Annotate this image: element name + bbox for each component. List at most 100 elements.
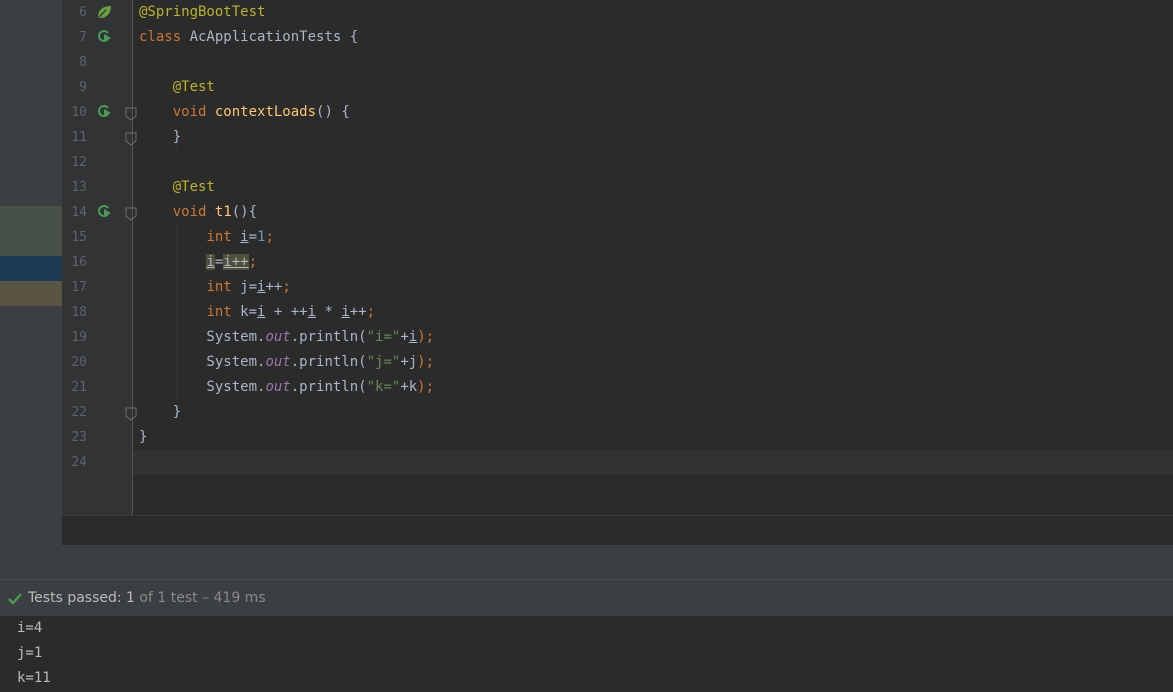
code-token: i — [408, 329, 418, 345]
code-line: } — [139, 400, 181, 425]
code-token: .println( — [290, 329, 367, 345]
line-number: 13 — [71, 180, 87, 195]
code-line: void contextLoads() { — [139, 100, 350, 125]
line-number: 19 — [71, 330, 87, 345]
console-line: k=11 — [17, 670, 51, 686]
code-token: @SpringBootTest — [139, 4, 266, 20]
line-number: 12 — [71, 155, 87, 170]
line-number: 15 — [71, 230, 87, 245]
code-line: class AcApplicationTests { — [139, 25, 358, 50]
code-token: ; — [265, 229, 274, 245]
code-token: contextLoads — [214, 104, 317, 120]
run-test-icon[interactable] — [95, 203, 113, 221]
code-token: j= — [240, 279, 258, 295]
code-token: .println( — [290, 354, 367, 370]
current-line-highlight — [133, 450, 1173, 475]
code-token: + — [400, 329, 409, 345]
code-line: } — [139, 125, 181, 150]
code-token: k= — [240, 304, 258, 320]
line-number: 7 — [79, 30, 87, 45]
code-line: int i=1; — [139, 225, 274, 250]
spring-bean-icon — [95, 3, 113, 21]
fold-marker-icon[interactable] — [125, 131, 137, 146]
line-number: 14 — [71, 205, 87, 220]
code-token: int — [206, 229, 241, 245]
code-token: out — [265, 354, 291, 370]
code-line: System.out.println("j="+j); — [139, 350, 434, 375]
tests-passed-count: 1 — [126, 590, 135, 606]
left-tool-strip — [0, 0, 62, 545]
code-line: int k=i + ++i * i++; — [139, 300, 375, 325]
line-number: 24 — [71, 455, 87, 470]
run-test-icon[interactable] — [95, 28, 113, 46]
line-number: 6 — [79, 5, 87, 20]
code-token: * — [316, 304, 342, 320]
code-editor[interactable] — [133, 0, 1173, 515]
console-line: i=4 — [17, 620, 43, 636]
line-number: 16 — [71, 255, 87, 270]
line-number: 17 — [71, 280, 87, 295]
code-token: int — [206, 304, 241, 320]
code-token: i — [240, 229, 249, 245]
code-token: = — [248, 229, 258, 245]
code-token: i — [206, 254, 215, 270]
run-test-icon[interactable] — [95, 103, 113, 121]
scroll-marker-selected — [0, 256, 62, 281]
code-token: System. — [139, 379, 266, 395]
code-token: "j=" — [366, 354, 401, 370]
panel-separator[interactable] — [0, 545, 1173, 579]
line-number: 18 — [71, 305, 87, 320]
code-token: .println( — [290, 379, 367, 395]
test-status-bar: Tests passed: 1 of 1 test – 419 ms — [0, 579, 1173, 616]
code-token: @Test — [172, 79, 215, 95]
fold-marker-icon[interactable] — [125, 206, 137, 221]
line-number: 10 — [71, 105, 87, 120]
line-number: 20 — [71, 355, 87, 370]
code-line: @Test — [139, 75, 215, 100]
line-number: 11 — [71, 130, 87, 145]
code-line: System.out.println("k="+k); — [139, 375, 434, 400]
code-line: int j=i++; — [139, 275, 290, 300]
code-token: t1 — [214, 204, 232, 220]
code-token: ; — [248, 254, 258, 270]
code-line: } — [139, 425, 147, 450]
code-token: } — [139, 129, 182, 145]
scroll-marker-changed — [0, 206, 62, 256]
code-token: "i=" — [366, 329, 401, 345]
fold-marker-icon[interactable] — [125, 406, 137, 421]
code-token: +j — [400, 354, 418, 370]
code-token: } — [139, 429, 148, 445]
code-token: System. — [139, 329, 266, 345]
code-token: i — [341, 304, 350, 320]
code-line: System.out.println("i="+i); — [139, 325, 434, 350]
code-token: out — [265, 379, 291, 395]
code-token: +k — [400, 379, 418, 395]
code-line: @Test — [139, 175, 215, 200]
code-token: ); — [417, 329, 435, 345]
code-token: ++ — [265, 279, 283, 295]
run-console-output[interactable]: i=4 j=1 k=11 — [0, 616, 1173, 692]
code-token: AcApplicationTests { — [189, 29, 359, 45]
code-token: ); — [417, 379, 435, 395]
console-line: j=1 — [17, 645, 43, 661]
scroll-marker-modified — [0, 281, 62, 306]
line-number: 8 — [79, 55, 87, 70]
fold-marker-icon[interactable] — [125, 106, 137, 121]
line-number: 21 — [71, 380, 87, 395]
code-token: + ++ — [265, 304, 308, 320]
code-token: int — [206, 279, 241, 295]
line-number: 22 — [71, 405, 87, 420]
line-number: 23 — [71, 430, 87, 445]
code-line: @SpringBootTest — [139, 0, 265, 25]
code-token: void — [172, 104, 215, 120]
code-token: System. — [139, 354, 266, 370]
code-token: () { — [316, 104, 350, 120]
editor-bottom-edge — [62, 515, 1173, 545]
